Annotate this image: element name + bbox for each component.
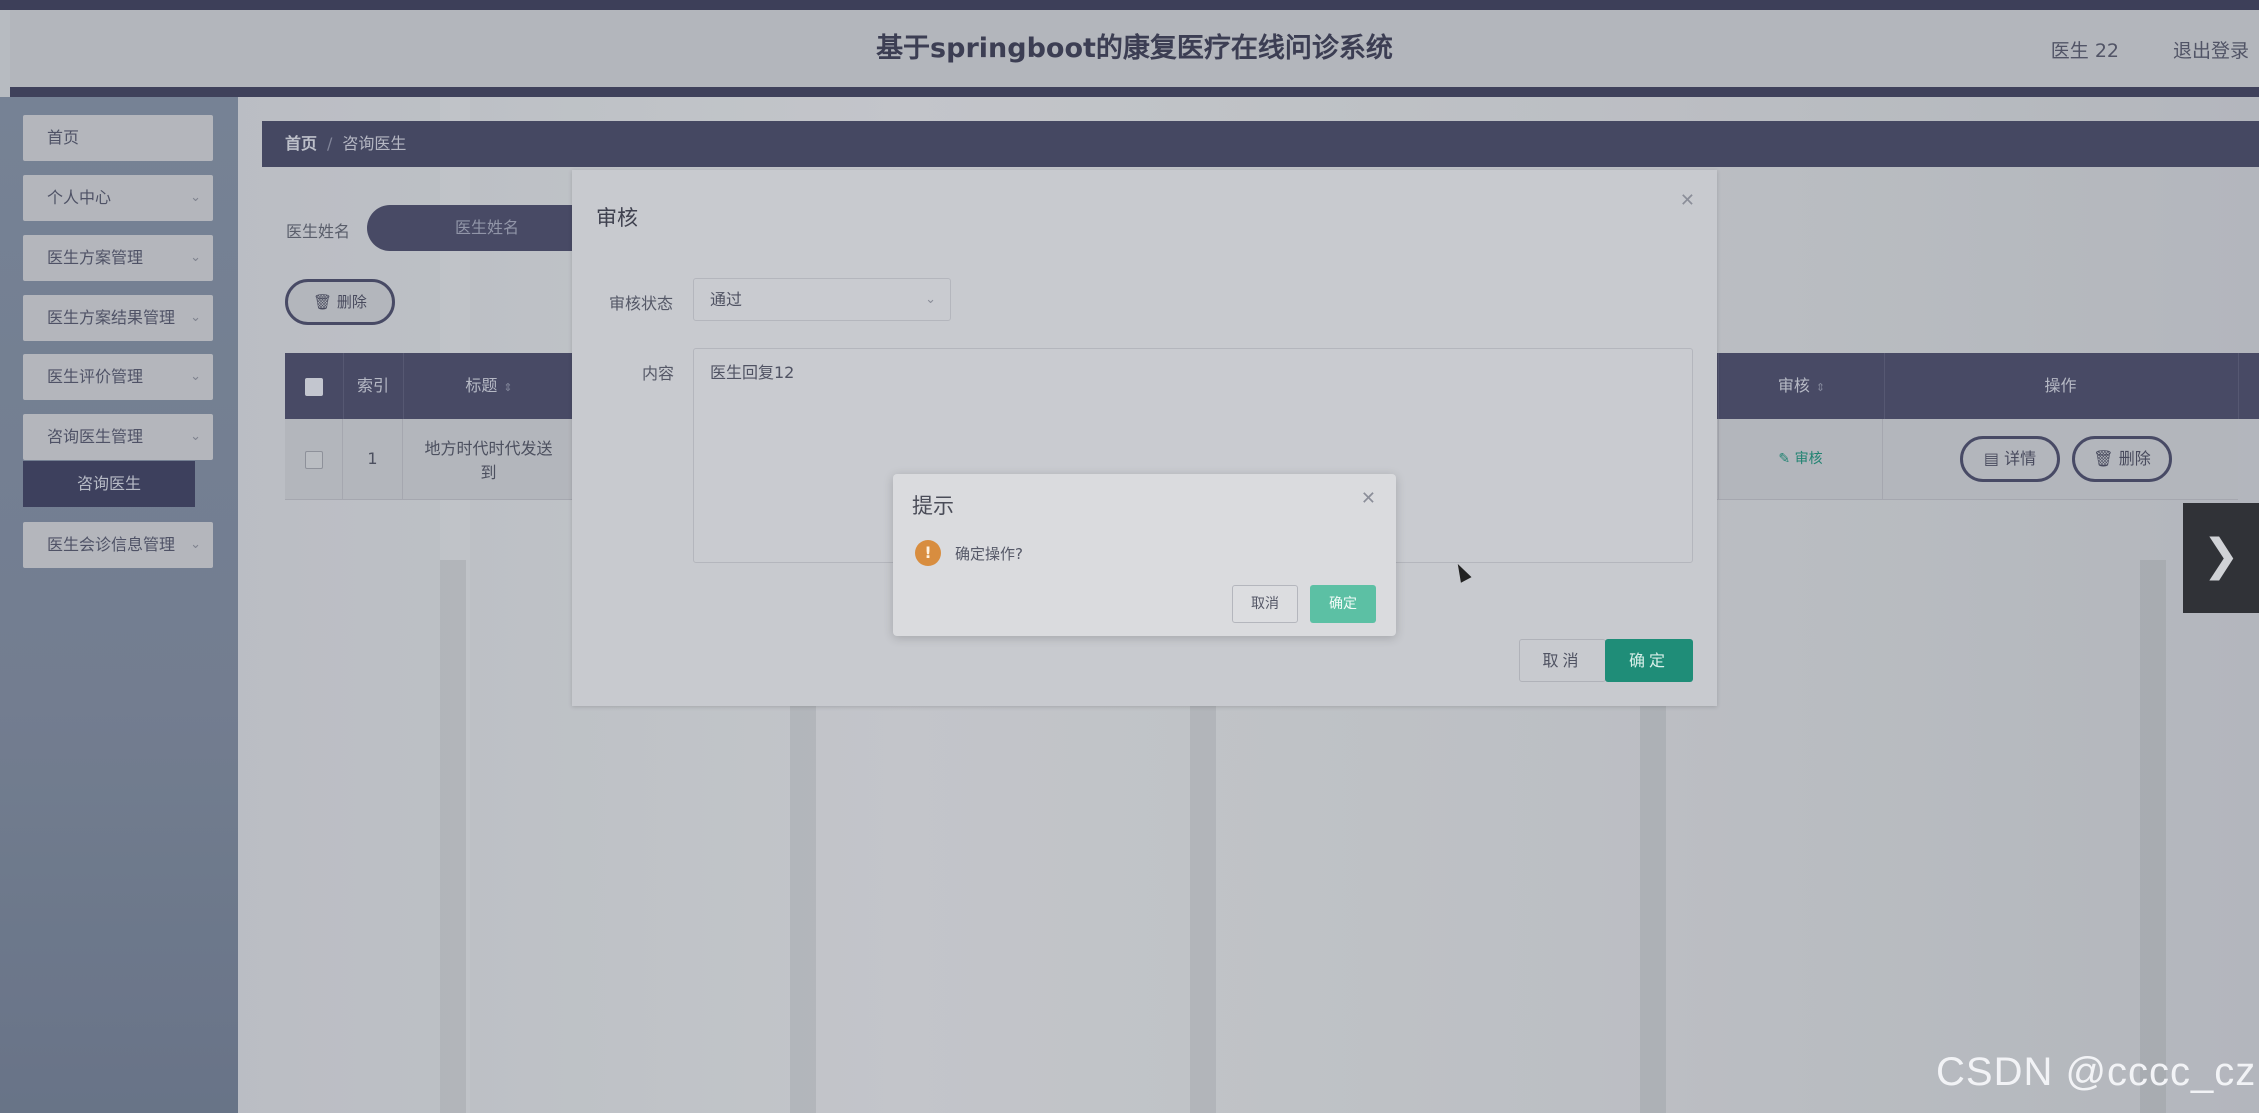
confirm-message: 确定操作? [955,545,1023,563]
confirm-ok-button[interactable]: 确定 [1310,585,1376,623]
status-select-value: 通过 [710,290,743,309]
warning-icon: ! [915,540,941,566]
status-select[interactable]: 通过 ⌄ [693,278,951,321]
content-label: 内容 [642,364,675,383]
chevron-down-icon: ⌄ [925,292,936,307]
status-label: 审核状态 [609,294,674,313]
confirm-box: 提示 ✕ ! 确定操作? 取消 确定 [893,474,1396,636]
confirm-cancel-button[interactable]: 取消 [1232,585,1298,623]
dialog-title: 审核 [596,206,638,230]
close-icon[interactable]: ✕ [1361,488,1376,509]
close-icon[interactable]: ✕ [1680,190,1695,211]
confirm-title: 提示 [912,494,954,518]
watermark: CSDN @cccc_cz [1936,1050,2257,1094]
dialog-cancel-button[interactable]: 取消 [1519,639,1606,682]
dialog-confirm-button[interactable]: 确定 [1605,639,1693,682]
